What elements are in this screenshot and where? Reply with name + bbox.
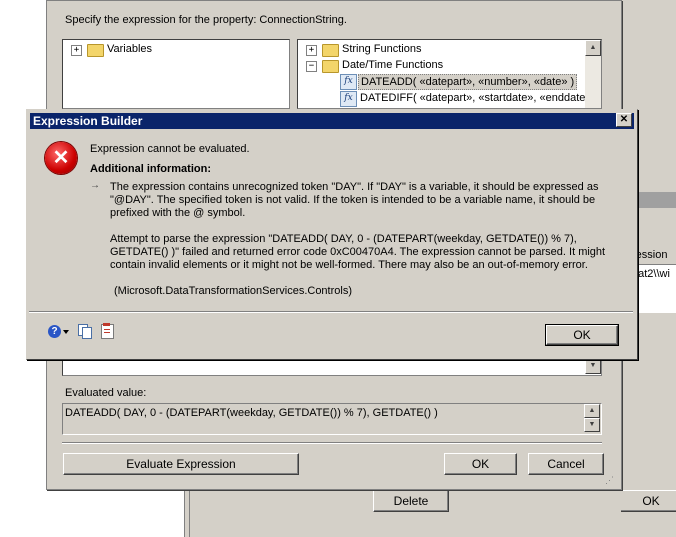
resize-grip-icon[interactable]: ⋰ xyxy=(605,475,617,487)
message-line: prefixed with the @ symbol. xyxy=(110,207,246,219)
message-line: Attempt to parse the expression "DATEADD… xyxy=(110,233,577,245)
collapse-icon[interactable]: − xyxy=(306,61,317,72)
evaluated-value-text: DATEADD( DAY, 0 - (DATEPART(weekday, GET… xyxy=(65,407,438,419)
chevron-down-icon[interactable] xyxy=(63,330,69,334)
grid-empty xyxy=(632,283,676,313)
scroll-up-icon[interactable]: ▲ xyxy=(584,404,600,418)
separator xyxy=(62,443,602,444)
evaluate-expression-button[interactable]: Evaluate Expression xyxy=(63,453,299,475)
grid-cell[interactable]: nat2\\wi xyxy=(632,265,676,283)
dialog-titlebar[interactable]: Expression Builder xyxy=(30,113,634,129)
evaluated-value-label: Evaluated value: xyxy=(65,387,147,399)
delete-button[interactable]: Delete xyxy=(373,490,449,512)
ok-button[interactable]: OK xyxy=(444,453,517,475)
function-icon: fx xyxy=(340,74,357,90)
tree-item-variables[interactable]: Variables xyxy=(107,43,152,55)
function-icon: fx xyxy=(340,91,357,107)
scrollbar[interactable]: ▲ xyxy=(585,40,601,108)
folder-icon xyxy=(87,44,104,57)
close-icon[interactable]: ✕ xyxy=(616,113,632,127)
cancel-button[interactable]: Cancel xyxy=(528,453,604,475)
background-window-bottom: Delete xyxy=(184,488,621,537)
copy-icon[interactable] xyxy=(78,324,92,339)
error-dialog: Expression Builder ✕ ✕ Expression cannot… xyxy=(26,109,638,360)
header-strip xyxy=(632,192,676,208)
folder-open-icon xyxy=(322,60,339,73)
tree-item-string-functions[interactable]: String Functions xyxy=(342,43,421,55)
error-headline: Expression cannot be evaluated. xyxy=(90,143,250,155)
column-header[interactable]: ression xyxy=(632,246,676,265)
additional-info-heading: Additional information: xyxy=(90,163,211,175)
scroll-up-icon[interactable]: ▲ xyxy=(585,40,601,56)
variables-tree[interactable]: + Variables xyxy=(62,39,290,109)
expand-icon[interactable]: + xyxy=(306,45,317,56)
tree-item-dateadd[interactable]: DATEADD( «datepart», «number», «date» ) xyxy=(358,74,578,90)
error-source: (Microsoft.DataTransformationServices.Co… xyxy=(114,285,352,297)
separator xyxy=(29,312,633,313)
right-ok-button[interactable]: OK xyxy=(620,490,676,512)
instruction-text: Specify the expression for the property:… xyxy=(65,14,347,26)
folder-icon xyxy=(322,44,339,57)
expand-icon[interactable]: + xyxy=(71,45,82,56)
details-icon[interactable] xyxy=(101,323,115,339)
help-icon[interactable]: ? xyxy=(48,325,61,338)
message-line: "@DAY". The specified token is not valid… xyxy=(110,194,596,206)
message-line: GETDATE() )" failed and returned error c… xyxy=(110,246,606,258)
functions-tree[interactable]: + String Functions − Date/Time Functions… xyxy=(297,39,602,109)
dialog-title: Expression Builder xyxy=(33,114,143,128)
tree-item-datediff[interactable]: DATEDIFF( «datepart», «startdate», «endd… xyxy=(360,92,592,104)
tree-item-datetime-functions[interactable]: Date/Time Functions xyxy=(342,59,443,71)
message-line: contain invalid elements or it might not… xyxy=(110,259,588,271)
error-icon: ✕ xyxy=(45,142,77,174)
dialog-ok-button[interactable]: OK xyxy=(545,324,619,346)
arrow-icon: → xyxy=(90,180,100,191)
scroll-down-icon[interactable]: ▼ xyxy=(584,418,600,432)
scroll-down-icon[interactable]: ▼ xyxy=(585,358,601,374)
divider xyxy=(189,488,190,537)
message-line: The expression contains unrecognized tok… xyxy=(110,181,599,193)
evaluated-value-box: DATEADD( DAY, 0 - (DATEPART(weekday, GET… xyxy=(62,403,602,435)
